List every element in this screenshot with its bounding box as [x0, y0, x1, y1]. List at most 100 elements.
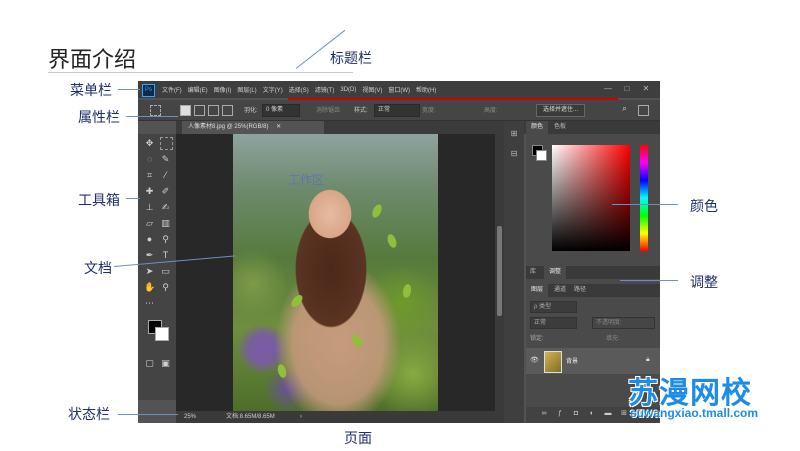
quick-mask-icon[interactable]: ▢	[144, 358, 155, 369]
new-selection-icon[interactable]	[180, 105, 191, 116]
menu-select[interactable]: 选择(S)	[289, 85, 309, 94]
style-select[interactable]: 正常	[374, 104, 420, 117]
workspace-icon[interactable]	[638, 105, 649, 116]
marquee-preset-icon[interactable]	[150, 105, 161, 116]
type-tool-icon[interactable]: T	[160, 250, 171, 261]
hand-tool-icon[interactable]: ✋	[144, 282, 155, 293]
photoshop-window: Ps 文件(F) 编辑(E) 图像(I) 图层(L) 文字(Y) 选择(S) 滤…	[138, 81, 660, 423]
menu-window[interactable]: 窗口(W)	[388, 85, 410, 94]
history-panel-icon[interactable]: ⊞	[509, 129, 519, 139]
add-mask-icon[interactable]: ◘	[572, 410, 580, 418]
close-tab-icon[interactable]: ✕	[276, 124, 281, 130]
subtract-selection-icon[interactable]	[208, 105, 219, 116]
menu-view[interactable]: 视图(V)	[362, 85, 382, 94]
status-bar: 25% 文档:8.65M/8.65M ›	[176, 411, 504, 423]
history-brush-tool-icon[interactable]: ✍	[160, 202, 171, 213]
height-label: 高度:	[484, 108, 498, 114]
group-icon[interactable]: ▬	[604, 410, 612, 418]
close-button[interactable]: ✕	[641, 84, 651, 94]
leaf-decoration	[349, 332, 365, 350]
label-options-bar: 属性栏	[78, 109, 120, 125]
leaf-decoration	[289, 293, 305, 309]
document-tab[interactable]: 人像素材8.jpg @ 25%(RGB/8) ✕	[182, 121, 324, 134]
menu-edit[interactable]: 编辑(E)	[188, 85, 208, 94]
document-tab-title: 人像素材8.jpg @ 25%(RGB/8)	[188, 124, 269, 130]
tab-libraries[interactable]: 库	[530, 266, 536, 279]
quick-select-tool-icon[interactable]: ✎	[160, 154, 171, 165]
rectangle-tool-icon[interactable]: ▭	[160, 266, 171, 277]
tab-channels[interactable]: 通道	[554, 284, 566, 297]
healing-brush-tool-icon[interactable]: ✚	[144, 186, 155, 197]
crop-tool-icon[interactable]: ⌗	[144, 170, 155, 181]
tab-adjustments[interactable]: 调整	[544, 266, 567, 279]
status-menu-arrow[interactable]: ›	[300, 412, 302, 422]
menu-filter[interactable]: 滤镜(T)	[315, 85, 335, 94]
zoom-level[interactable]: 25%	[184, 412, 196, 422]
scrollbar-thumb[interactable]	[497, 226, 502, 316]
leader-options-bar	[126, 116, 178, 117]
adjustment-layer-icon[interactable]: ◐	[588, 410, 596, 418]
eraser-tool-icon[interactable]: ▱	[144, 218, 155, 229]
maximize-button[interactable]: □	[622, 84, 632, 94]
lasso-tool-icon[interactable]: ◌	[144, 154, 155, 165]
tab-swatches[interactable]: 色板	[554, 121, 566, 134]
path-select-tool-icon[interactable]: ➤	[144, 266, 155, 277]
screen-mode-icon[interactable]: ▣	[160, 358, 171, 369]
feather-input[interactable]: 0 像素	[262, 104, 300, 117]
color-panel-tabs: 颜色 色板	[526, 121, 660, 134]
clone-stamp-tool-icon[interactable]: ⊥	[144, 202, 155, 213]
eyedropper-tool-icon[interactable]: ⁄	[160, 170, 171, 181]
menu-3d[interactable]: 3D(D)	[340, 87, 356, 93]
adjust-panel-tabs: 库 调整	[526, 266, 660, 279]
menu-items: 文件(F) 编辑(E) 图像(I) 图层(L) 文字(Y) 选择(S) 滤镜(T…	[162, 81, 436, 98]
leader-status-bar	[118, 414, 178, 415]
leader-color	[612, 204, 678, 205]
zoom-tool-icon[interactable]: ⚲	[160, 282, 171, 293]
minimize-button[interactable]: —	[603, 84, 613, 94]
marquee-tool-icon[interactable]	[160, 137, 173, 150]
label-status-bar: 状态栏	[68, 406, 110, 422]
tab-color[interactable]: 颜色	[526, 121, 549, 134]
link-layers-icon[interactable]: ∞	[540, 410, 548, 418]
add-selection-icon[interactable]	[194, 105, 205, 116]
hue-slider[interactable]	[640, 145, 648, 251]
document-photo[interactable]: 工作区	[233, 134, 438, 411]
anti-alias-checkbox[interactable]: 消除锯齿	[316, 105, 340, 114]
pen-tool-icon[interactable]: ✒	[144, 250, 155, 261]
lock-label: 锁定:	[530, 336, 544, 342]
new-layer-icon[interactable]: ⊞	[620, 410, 628, 418]
document-info: 文档:8.65M/8.65M	[226, 414, 275, 420]
properties-panel-icon[interactable]: ⊟	[509, 149, 519, 159]
layers-panel-tabs: 图层 通道 路径	[526, 284, 660, 297]
toolbox: ✥ ◌ ✎ ⌗ ⁄ ✚ ✐ ⊥ ✍ ▱ ▥ ● ⚲ ✒ T ➤ ▭ ✋ ⚲ ⋯ …	[138, 134, 176, 400]
layer-style-icon[interactable]: ƒ	[556, 410, 564, 418]
menu-type[interactable]: 文字(Y)	[263, 85, 283, 94]
intersect-selection-icon[interactable]	[222, 105, 233, 116]
dodge-tool-icon[interactable]: ⚲	[160, 234, 171, 245]
blend-mode-select[interactable]: 正常	[530, 317, 577, 329]
leaf-decoration	[370, 202, 384, 220]
panel-dock: ⊞ ⊟	[504, 121, 524, 423]
opacity-label[interactable]: 不透明度:	[592, 317, 655, 329]
menu-layer[interactable]: 图层(L)	[237, 85, 256, 94]
panel-background-swatch[interactable]	[536, 150, 547, 161]
leaf-decoration	[276, 363, 288, 379]
menu-file[interactable]: 文件(F)	[162, 85, 182, 94]
select-and-mask-button[interactable]: 选择并遮住...	[536, 104, 586, 117]
background-color-swatch[interactable]	[155, 327, 169, 341]
move-tool-icon[interactable]: ✥	[144, 138, 155, 149]
color-picker-field[interactable]	[552, 145, 630, 251]
search-icon[interactable]: ⌕	[622, 103, 627, 114]
gradient-tool-icon[interactable]: ▥	[160, 218, 171, 229]
blur-tool-icon[interactable]: ●	[144, 234, 155, 245]
tab-paths[interactable]: 路径	[574, 284, 586, 297]
leader-toolbox	[126, 198, 140, 199]
more-tools-icon[interactable]: ⋯	[144, 298, 155, 309]
tab-layers[interactable]: 图层	[526, 284, 549, 297]
menu-help[interactable]: 帮助(H)	[416, 85, 436, 94]
visibility-eye-icon[interactable]: 👁	[530, 356, 539, 364]
brush-tool-icon[interactable]: ✐	[160, 186, 171, 197]
layer-kind-filter[interactable]: ρ 类型	[530, 301, 577, 313]
feather-label: 羽化:	[244, 108, 258, 114]
menu-image[interactable]: 图像(I)	[214, 85, 232, 94]
